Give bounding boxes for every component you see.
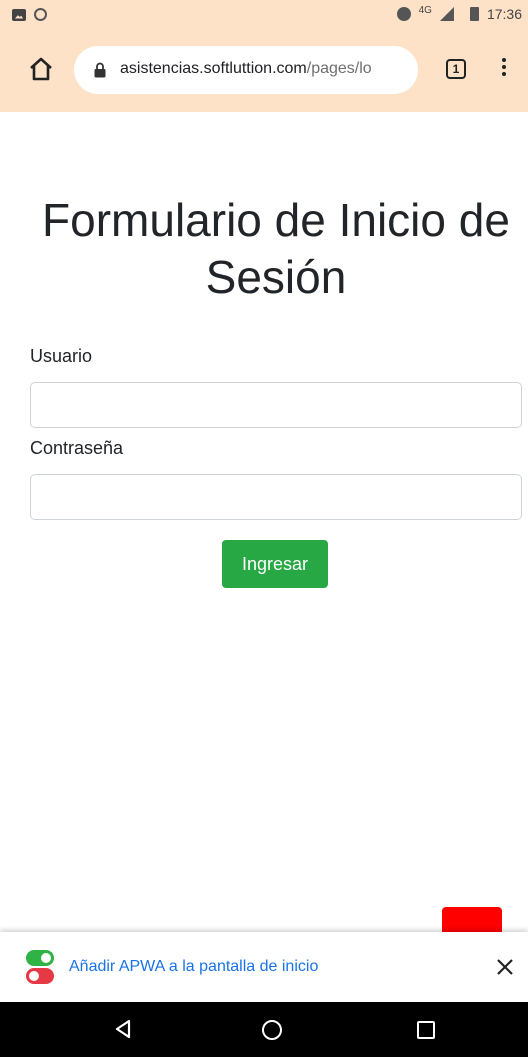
circle-notification-icon: [34, 8, 47, 21]
recent-apps-icon[interactable]: [417, 1021, 435, 1039]
url-host: asistencias.softluttion.com: [120, 60, 307, 77]
submit-button[interactable]: Ingresar: [222, 540, 328, 588]
alarm-icon: [396, 7, 411, 21]
password-label: Contraseña: [30, 438, 124, 458]
add-to-home-link[interactable]: Añadir APWA a la pantalla de inicio: [69, 958, 318, 976]
home-nav-icon[interactable]: [262, 1020, 282, 1040]
back-icon[interactable]: [114, 1019, 132, 1039]
username-input[interactable]: [30, 382, 522, 428]
close-icon[interactable]: [496, 958, 514, 976]
url-path: /pages/lo: [306, 60, 372, 77]
clock: 17:36: [486, 6, 522, 22]
address-bar[interactable]: asistencias.softluttion.com/pages/lo: [74, 46, 418, 94]
page-title: Formulario de Inicio de Sesión: [42, 194, 510, 303]
lock-icon: [94, 62, 106, 78]
password-input[interactable]: [30, 474, 522, 520]
url-text: asistencias.softluttion.com/pages/lo: [120, 60, 372, 78]
signal-icon: [439, 7, 454, 21]
browser-toolbar: asistencias.softluttion.com/pages/lo 1: [0, 32, 528, 112]
username-label: Usuario: [30, 346, 93, 366]
image-notification-icon: [12, 8, 26, 21]
status-bar: 4G 17:36: [0, 0, 528, 32]
more-menu-icon[interactable]: [496, 58, 512, 82]
app-toggle-icon: [26, 950, 54, 984]
home-icon[interactable]: [28, 56, 54, 82]
system-navigation-bar: [0, 1002, 528, 1057]
tab-switcher-button[interactable]: 1: [446, 59, 466, 79]
battery-icon: [469, 7, 479, 21]
install-app-banner: Añadir APWA a la pantalla de inicio: [0, 932, 528, 1002]
network-type: 4G: [418, 4, 432, 16]
